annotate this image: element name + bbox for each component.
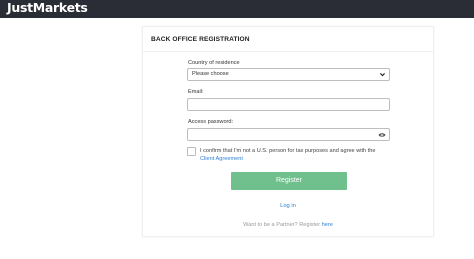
register-button[interactable]: Register [231,172,347,190]
partner-prompt-text: Want to be a Partner? Register [243,222,321,228]
top-bar: JustMarkets [0,0,474,18]
consent-statement: I confirm that I'm not a U.S. person for… [200,148,376,154]
email-field[interactable] [187,98,390,111]
chevron-down-icon [380,73,385,77]
client-agreement-link[interactable]: Client Agreement [200,156,243,162]
justmarkets-logo[interactable]: JustMarkets [7,0,88,18]
consent-checkbox[interactable] [187,147,196,156]
country-label: Country of residence [188,60,240,66]
partner-prompt: Want to be a Partner? Register here [143,222,433,228]
eye-icon[interactable] [378,132,386,138]
registration-panel: BACK OFFICE REGISTRATION Country of resi… [142,26,434,237]
title-divider [143,51,433,52]
partner-register-link[interactable]: here [322,222,333,228]
password-label: Access password: [188,119,234,125]
login-link[interactable]: Log in [143,203,433,209]
consent-text: I confirm that I'm not a U.S. person for… [200,148,380,163]
country-select-value: Please choose [192,71,229,77]
country-select[interactable]: Please choose [187,68,390,81]
password-field[interactable] [187,128,390,141]
panel-title: BACK OFFICE REGISTRATION [151,36,250,43]
email-label: Email: [188,89,204,95]
